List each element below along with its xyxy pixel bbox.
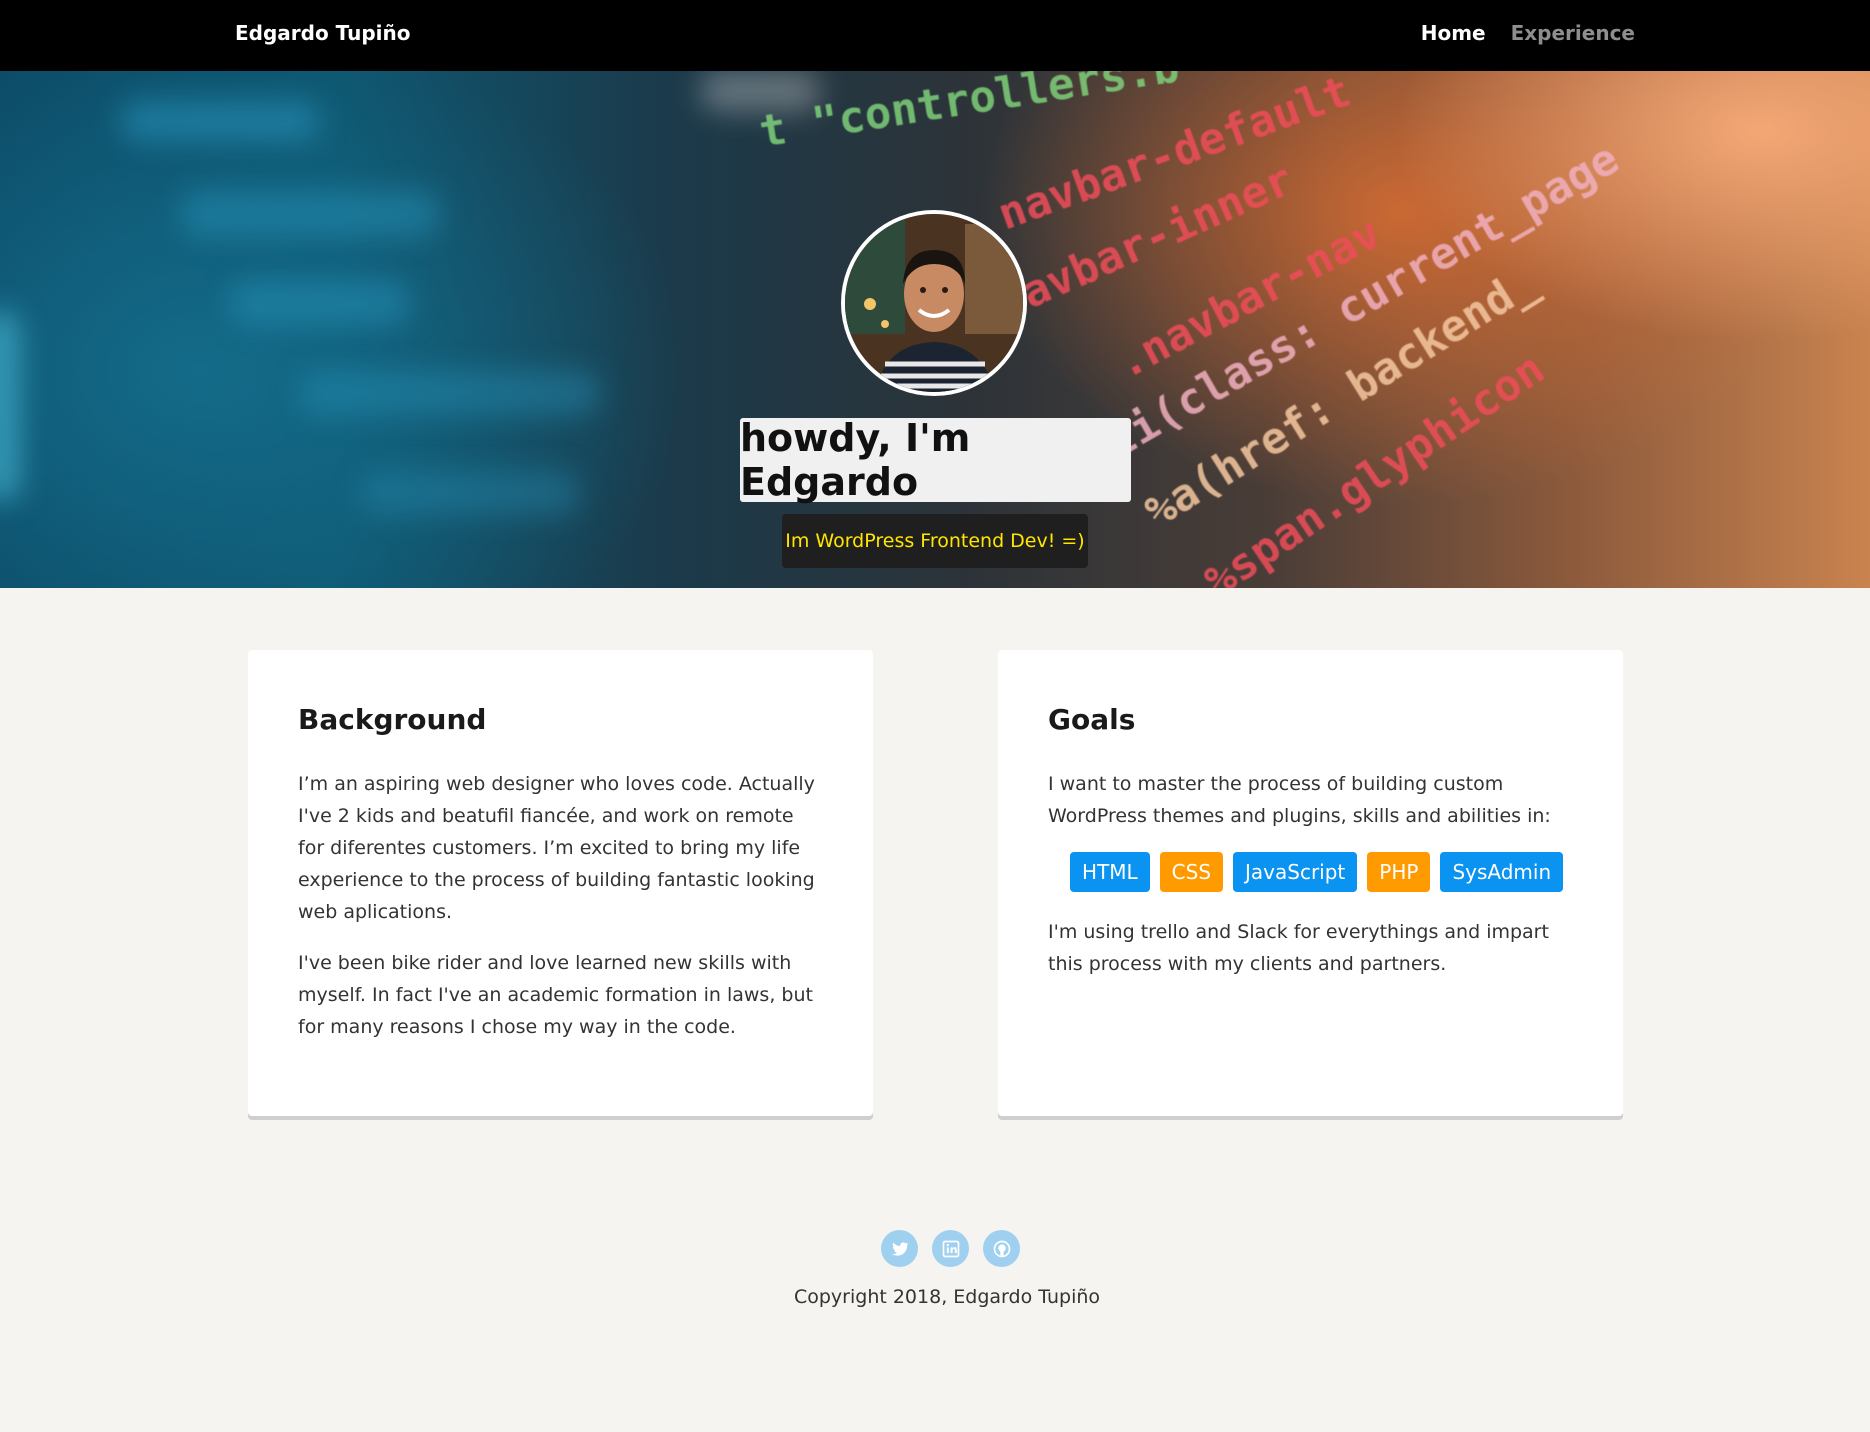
background-blur-shape	[180, 191, 440, 237]
skill-tags: HTML CSS JavaScript PHP SysAdmin	[1070, 852, 1573, 892]
goals-intro: I want to master the process of building…	[1048, 773, 1551, 827]
hero-tagline: Im WordPress Frontend Dev! =)	[782, 514, 1088, 568]
skill-tag-javascript: JavaScript	[1233, 852, 1358, 892]
navbar: Edgardo Tupiño Home Experience	[0, 0, 1870, 71]
github-link[interactable]	[983, 1230, 1020, 1267]
code-line: t "controllers.b	[756, 71, 1183, 158]
twitter-icon	[891, 1241, 909, 1256]
linkedin-icon	[942, 1240, 959, 1257]
nav-link-experience[interactable]: Experience	[1511, 0, 1635, 71]
background-card: Background I’m an aspiring web designer …	[248, 650, 873, 1116]
background-paragraph: I’m an aspiring web designer who loves c…	[298, 773, 815, 923]
background-blur-shape	[0, 311, 20, 501]
background-blur-shape	[230, 281, 410, 325]
linkedin-link[interactable]	[932, 1230, 969, 1267]
skill-tag-html: HTML	[1070, 852, 1150, 892]
nav-links: Home Experience	[1421, 0, 1635, 71]
hero-headline: howdy, I'm Edgardo	[740, 416, 1131, 504]
background-blur-shape	[120, 101, 320, 141]
goals-card: Goals I want to master the process of bu…	[998, 650, 1623, 1116]
social-links	[881, 1230, 1020, 1267]
goals-outro: I'm using trello and Slack for everythin…	[1048, 921, 1549, 975]
background-paragraph: I've been bike rider and love learned ne…	[298, 952, 813, 1038]
github-icon	[993, 1240, 1010, 1257]
goals-title: Goals	[1048, 703, 1136, 736]
twitter-link[interactable]	[881, 1230, 918, 1267]
nav-link-home[interactable]: Home	[1421, 0, 1486, 71]
code-line: li(class: current_page	[1097, 133, 1628, 469]
brand-link[interactable]: Edgardo Tupiño	[235, 0, 411, 71]
background-blur-shape	[360, 471, 580, 515]
background-blur-shape	[300, 371, 600, 415]
hero-banner: t "controllers.b navbar-default navbar-i…	[0, 71, 1870, 588]
skill-tag-css: CSS	[1159, 852, 1224, 892]
background-title: Background	[298, 703, 487, 736]
profile-photo-illustration	[845, 214, 1023, 392]
profile-avatar	[841, 210, 1027, 396]
skill-tag-php: PHP	[1367, 852, 1431, 892]
skill-tag-sysadmin: SysAdmin	[1440, 852, 1564, 892]
copyright-text: Copyright 2018, Edgardo Tupiño	[793, 1286, 1101, 1308]
